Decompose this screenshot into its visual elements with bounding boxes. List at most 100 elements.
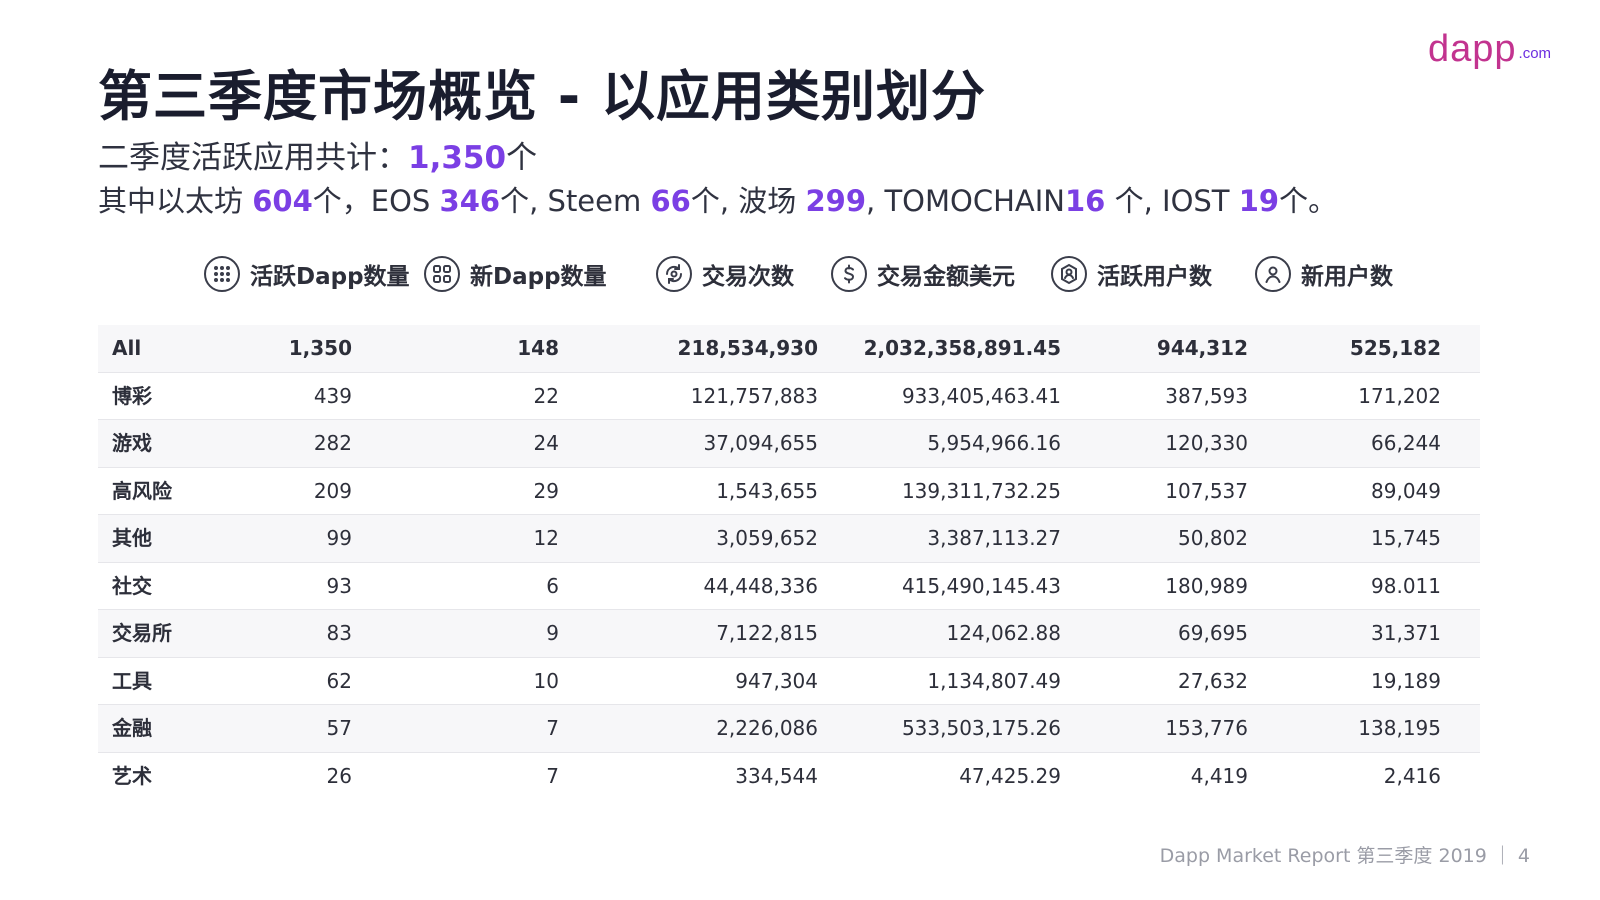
cell-volume-usd: 2,032,358,891.45 (863, 336, 1061, 360)
breakdown-part: 个。 (1279, 184, 1338, 218)
cell-active-dapps: 93 (326, 573, 352, 598)
breakdown-part: 个, IOST (1105, 184, 1239, 218)
cell-new-dapps: 10 (533, 668, 559, 693)
cell-active-users: 27,632 (1178, 668, 1248, 693)
table-row-all: All 1,350 148 218,534,930 2,032,358,891.… (98, 325, 1480, 373)
metric-transactions: 交易次数 (656, 256, 794, 292)
cell-active-dapps: 57 (326, 716, 352, 740)
row-category: 艺术 (112, 763, 152, 788)
row-category: 其他 (112, 526, 152, 550)
page-footer: Dapp Market Report 第三季度 2019 ｜ 4 (1159, 845, 1530, 867)
logo-main-text: dapp (1428, 28, 1517, 70)
cell-new-dapps: 29 (533, 478, 559, 503)
cell-active-users: 50,802 (1178, 526, 1248, 550)
breakdown-value-eos: 346 (439, 184, 501, 218)
cell-transactions: 37,094,655 (703, 431, 818, 455)
table-row: 游戏 282 24 37,094,655 5,954,966.16 120,33… (98, 420, 1480, 468)
cell-transactions: 44,448,336 (703, 573, 818, 598)
cell-new-users: 89,049 (1371, 478, 1441, 503)
cell-transactions: 1,543,655 (716, 478, 818, 503)
cell-transactions: 121,757,883 (690, 383, 818, 408)
row-category: 社交 (112, 573, 152, 598)
row-category: 游戏 (112, 431, 152, 455)
table-row: 金融 57 7 2,226,086 533,503,175.26 153,776… (98, 705, 1480, 753)
cell-transactions: 334,544 (735, 763, 818, 788)
row-category: All (112, 336, 142, 360)
cell-new-dapps: 24 (533, 431, 559, 455)
cell-volume-usd: 139,311,732.25 (901, 478, 1061, 503)
cell-new-dapps: 6 (546, 573, 559, 598)
breakdown-part: 其中以太坊 (98, 184, 253, 218)
cell-new-dapps: 7 (546, 763, 559, 788)
cell-transactions: 218,534,930 (677, 336, 818, 360)
cell-active-users: 387,593 (1165, 383, 1248, 408)
table-row: 博彩 439 22 121,757,883 933,405,463.41 387… (98, 373, 1480, 420)
cell-active-dapps: 99 (326, 526, 352, 550)
cell-active-users: 69,695 (1178, 621, 1248, 645)
cell-active-users: 153,776 (1165, 716, 1248, 740)
metric-new-users: 新用户数 (1255, 256, 1393, 292)
breakdown-value-iost: 19 (1238, 184, 1280, 218)
metric-label: 新用户数 (1301, 264, 1393, 290)
cell-active-dapps: 26 (326, 763, 352, 788)
row-category: 博彩 (112, 383, 152, 408)
cell-volume-usd: 1,134,807.49 (927, 668, 1061, 693)
cell-volume-usd: 933,405,463.41 (901, 383, 1061, 408)
breakdown-part: 个，EOS (312, 184, 440, 218)
new-grid-icon (424, 256, 460, 292)
cell-volume-usd: 47,425.29 (959, 763, 1061, 788)
cell-active-dapps: 282 (313, 431, 352, 455)
cell-new-dapps: 12 (533, 526, 559, 550)
metric-new-dapps: 新Dapp数量 (424, 256, 607, 292)
summary-prefix: 二季度活跃应用共计： (98, 140, 408, 176)
cell-new-users: 31,371 (1371, 621, 1441, 645)
metric-label: 交易金额美元 (877, 264, 1015, 290)
active-user-icon (1051, 256, 1087, 292)
cell-new-users: 19,189 (1371, 668, 1441, 693)
cell-new-dapps: 7 (546, 716, 559, 740)
table-row: 工具 62 10 947,304 1,134,807.49 27,632 19,… (98, 658, 1480, 705)
cell-new-dapps: 148 (517, 336, 559, 360)
dapp-logo: dapp .com (1428, 26, 1551, 68)
cell-active-dapps: 83 (326, 621, 352, 645)
cell-new-users: 171,202 (1358, 383, 1441, 408)
metric-label: 新Dapp数量 (470, 264, 607, 290)
cell-active-dapps: 439 (313, 383, 352, 408)
row-category: 工具 (112, 668, 152, 693)
row-category: 交易所 (112, 621, 172, 645)
chain-breakdown: 其中以太坊 604个，EOS 346个, Steem 66个, 波场 299, … (98, 178, 1337, 220)
category-table: All 1,350 148 218,534,930 2,032,358,891.… (98, 325, 1480, 799)
metric-label: 交易次数 (702, 264, 794, 290)
metric-header-row: 活跃Dapp数量 新Dapp数量 交易次数 交易金额美元 活跃用户数 新用户数 (0, 256, 1600, 300)
dollar-icon (831, 256, 867, 292)
cell-transactions: 3,059,652 (716, 526, 818, 550)
cell-new-users: 525,182 (1349, 336, 1441, 360)
logo-suffix-text: .com (1518, 45, 1552, 62)
cell-active-users: 4,419 (1190, 763, 1248, 788)
metric-label: 活跃Dapp数量 (250, 264, 410, 290)
cell-active-dapps: 62 (326, 668, 352, 693)
breakdown-part: 个, 波场 (690, 184, 806, 218)
table-row: 其他 99 12 3,059,652 3,387,113.27 50,802 1… (98, 515, 1480, 563)
breakdown-part: 个, Steem (500, 184, 651, 218)
transactions-icon (656, 256, 692, 292)
cell-new-dapps: 22 (533, 383, 559, 408)
cell-volume-usd: 124,062.88 (946, 621, 1061, 645)
cell-new-users: 66,244 (1371, 431, 1441, 455)
cell-active-users: 180,989 (1165, 573, 1248, 598)
cell-active-users: 944,312 (1156, 336, 1248, 360)
summary-total-value: 1,350 (408, 140, 507, 176)
cell-volume-usd: 533,503,175.26 (901, 716, 1061, 740)
row-category: 金融 (112, 716, 152, 740)
metric-active-users: 活跃用户数 (1051, 256, 1212, 292)
table-row: 社交 93 6 44,448,336 415,490,145.43 180,98… (98, 563, 1480, 610)
breakdown-part: , TOMOCHAIN (866, 184, 1065, 218)
cell-transactions: 2,226,086 (716, 716, 818, 740)
cell-new-users: 2,416 (1383, 763, 1441, 788)
summary-suffix: 个 (506, 140, 538, 176)
breakdown-value-tomochain: 16 (1065, 184, 1106, 218)
breakdown-value-tron: 299 (805, 184, 867, 218)
cell-active-users: 107,537 (1165, 478, 1248, 503)
apps-grid-icon (204, 256, 240, 292)
cell-transactions: 7,122,815 (716, 621, 818, 645)
